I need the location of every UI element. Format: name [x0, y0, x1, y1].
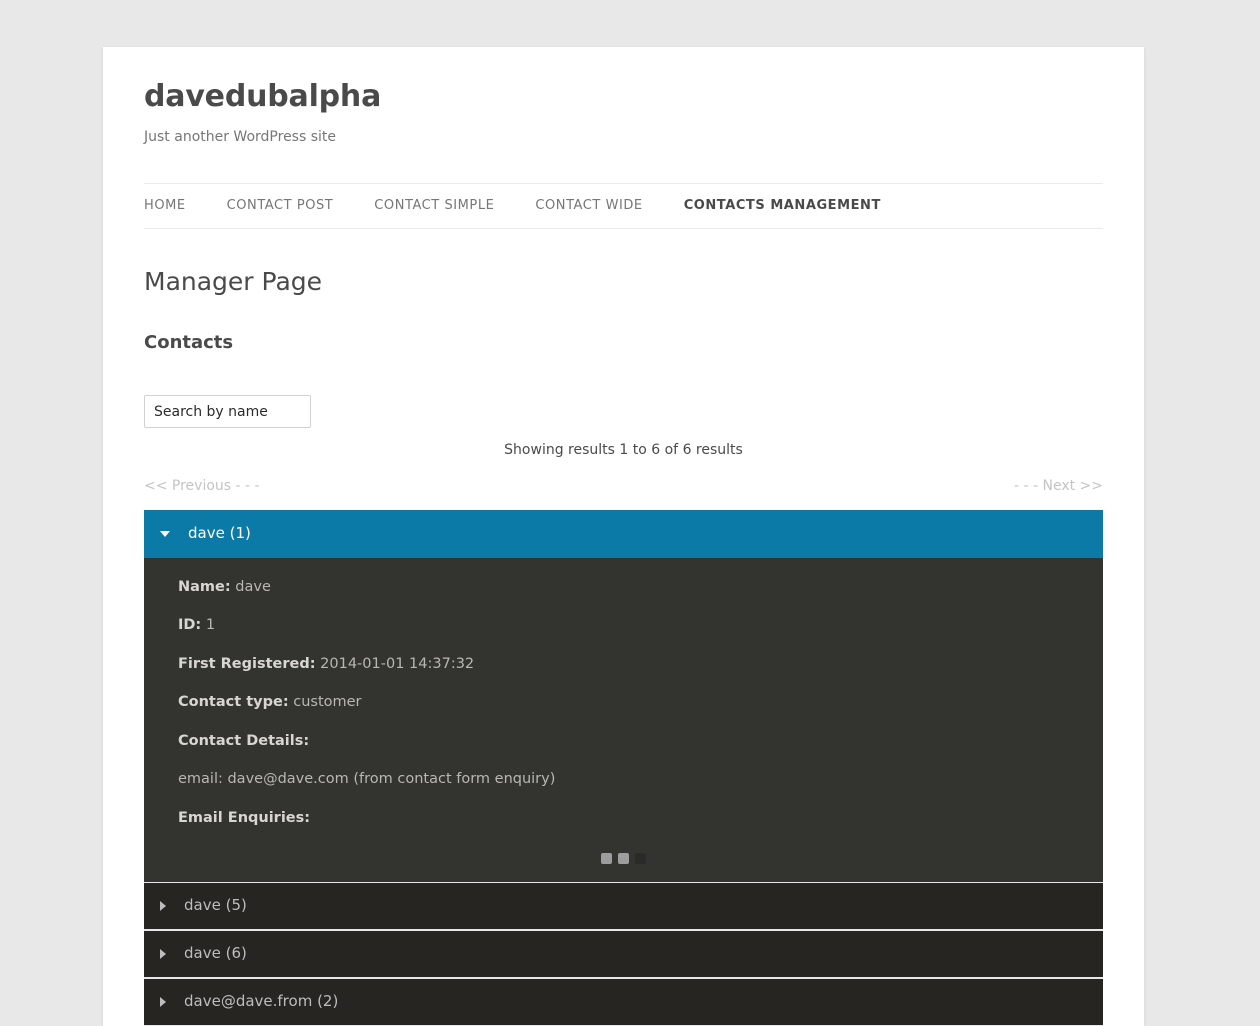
site-inner: davedubalpha Just another WordPress site… [103, 47, 1144, 1026]
results-summary: Showing results 1 to 6 of 6 results [504, 442, 743, 459]
site-title[interactable]: davedubalpha [144, 80, 1103, 113]
accordion-header-dave-dave-from-2[interactable]: dave@dave.from (2) [144, 977, 1103, 1026]
nav-item-contact-simple[interactable]: CONTACT SIMPLE [374, 198, 494, 213]
caret-right-icon [160, 996, 166, 1007]
previous-page-link[interactable]: << Previous - - - [144, 478, 260, 494]
detail-first-registered: First Registered: 2014-01-01 14:37:32 [178, 657, 1069, 672]
search-input[interactable] [144, 395, 311, 429]
primary-navigation: HOME CONTACT POST CONTACT SIMPLE CONTACT… [144, 182, 1103, 229]
loader-dot [618, 852, 629, 864]
detail-label: Name: [178, 578, 231, 595]
detail-id: ID: 1 [178, 618, 1069, 633]
detail-contact-type: Contact type: customer [178, 695, 1069, 710]
loading-indicator [144, 852, 1103, 864]
detail-value: dave [235, 578, 271, 595]
caret-right-icon [160, 900, 166, 911]
detail-label: Contact type: [178, 694, 289, 711]
accordion-label: dave (5) [184, 896, 247, 915]
caret-right-icon [160, 948, 166, 959]
nav-item-contact-post[interactable]: CONTACT POST [227, 198, 334, 213]
next-page-link[interactable]: - - - Next >> [1014, 478, 1103, 494]
accordion-panel-dave-1: Name: dave ID: 1 First Registered: 2014-… [144, 557, 1103, 882]
site-tagline: Just another WordPress site [144, 129, 337, 145]
detail-contact-details-heading: Contact Details: [178, 734, 1069, 749]
detail-value: customer [293, 694, 362, 711]
accordion-label: dave (1) [188, 524, 251, 543]
detail-label: Contact Details: [178, 732, 310, 749]
contacts-accordion: dave (1) Name: dave ID: 1 First Register… [144, 509, 1103, 1026]
section-heading-contacts: Contacts [144, 331, 234, 353]
accordion-header-dave-5[interactable]: dave (5) [144, 881, 1103, 930]
search-row [144, 395, 1103, 429]
loader-dot [601, 852, 612, 864]
site-header: davedubalpha Just another WordPress site [144, 47, 1103, 148]
detail-value: 2014-01-01 14:37:32 [320, 655, 475, 672]
nav-item-contact-wide[interactable]: CONTACT WIDE [535, 198, 642, 213]
detail-value: email: dave@dave.com (from contact form … [178, 771, 556, 788]
site-container: davedubalpha Just another WordPress site… [103, 47, 1144, 1026]
pagination: << Previous - - - - - - Next >> [144, 478, 1103, 494]
detail-label: ID: [178, 617, 202, 634]
detail-name: Name: dave [178, 580, 1069, 595]
nav-item-contacts-management[interactable]: CONTACTS MANAGEMENT [684, 198, 881, 213]
detail-contact-email: email: dave@dave.com (from contact form … [178, 772, 1069, 787]
accordion-header-dave-1[interactable]: dave (1) [144, 509, 1103, 558]
accordion-label: dave@dave.from (2) [184, 992, 339, 1011]
detail-label: First Registered: [178, 655, 316, 672]
accordion-label: dave (6) [184, 944, 247, 963]
detail-email-enquiries-heading: Email Enquiries: [178, 811, 1069, 826]
nav-item-home[interactable]: HOME [144, 198, 186, 213]
caret-down-icon [160, 530, 170, 537]
accordion-header-dave-6[interactable]: dave (6) [144, 929, 1103, 978]
main-content: Manager Page Contacts Showing results 1 … [144, 229, 1103, 1026]
loader-dot [635, 852, 646, 864]
detail-value: 1 [205, 617, 216, 634]
page-title: Manager Page [144, 266, 323, 296]
detail-label: Email Enquiries: [178, 809, 311, 826]
